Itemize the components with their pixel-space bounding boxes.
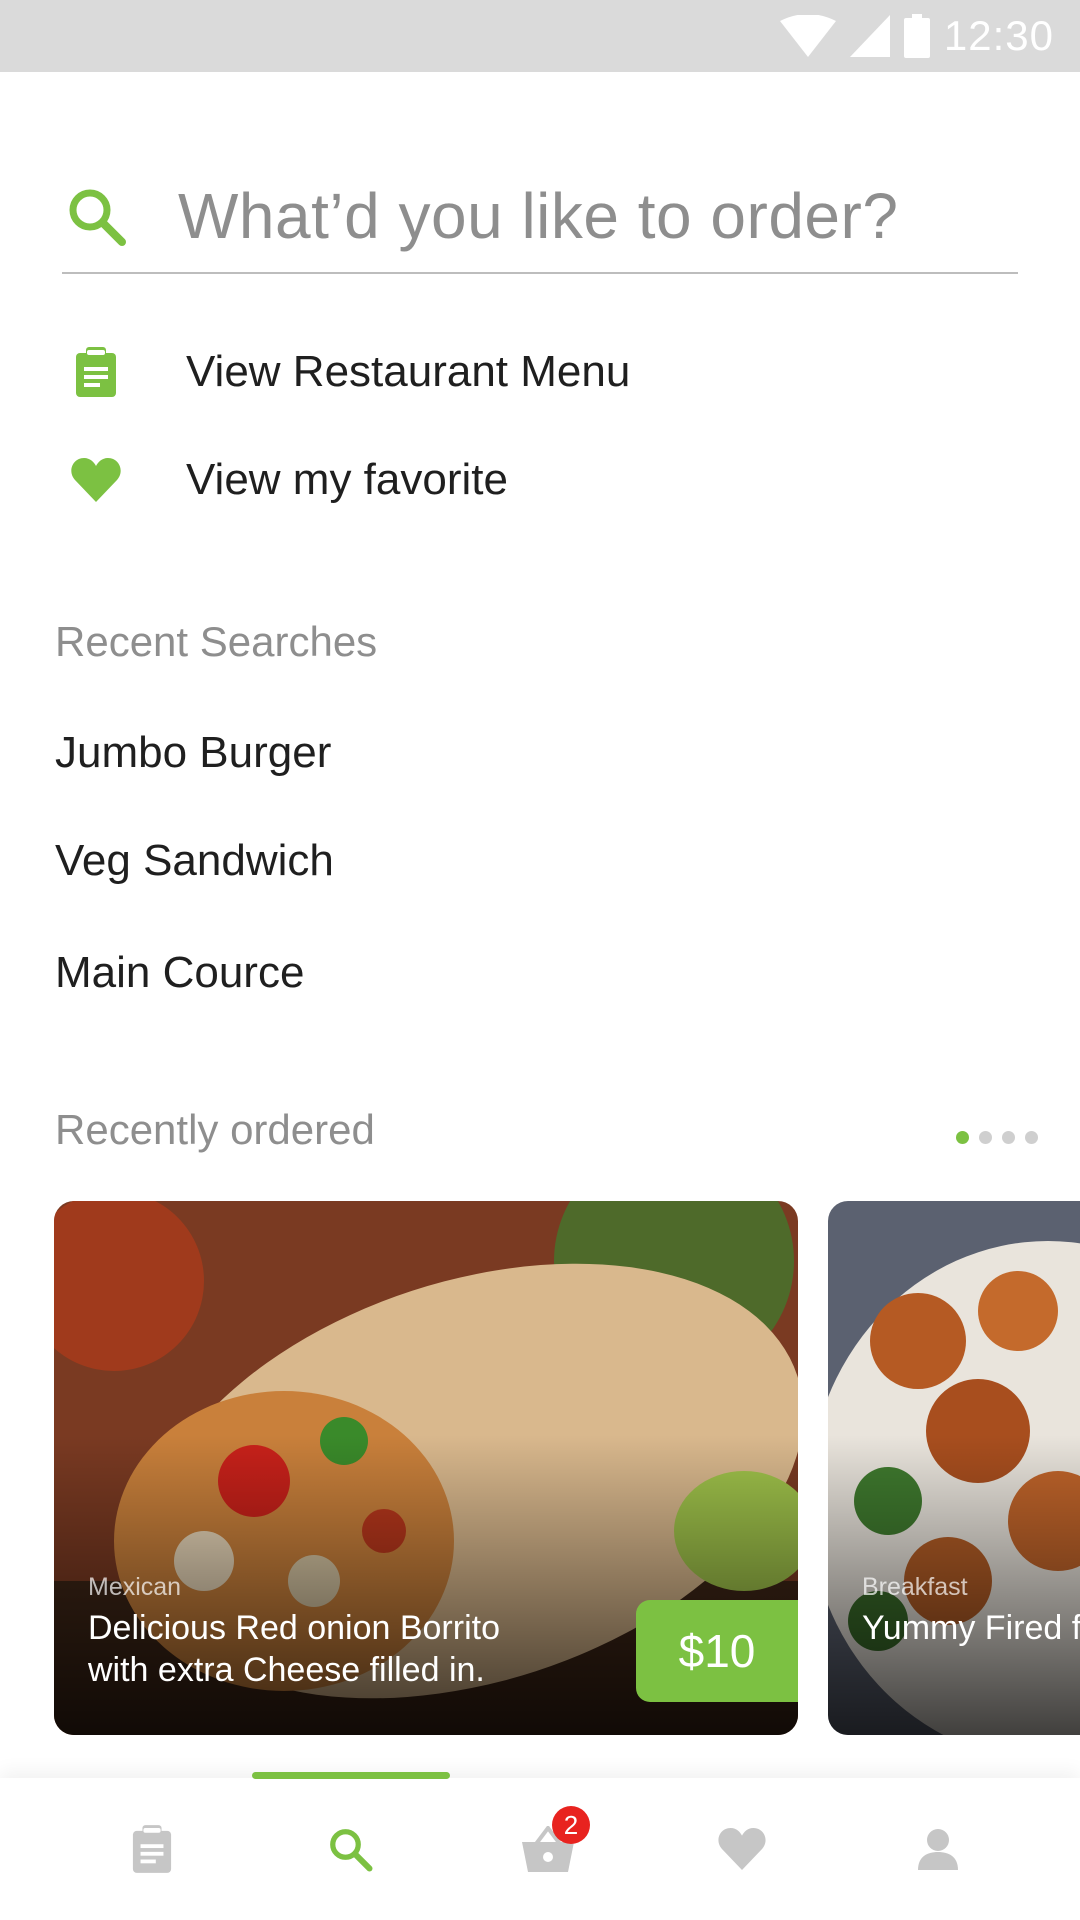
- card-title: Yummy Fired for a spinach: [862, 1609, 1080, 1647]
- nav-profile[interactable]: [830, 1778, 1046, 1920]
- pager-dot[interactable]: [1025, 1131, 1038, 1144]
- search-icon: [69, 189, 126, 246]
- screen: 12:30 What’d you like to order? View Res…: [0, 0, 1080, 1920]
- nav-search[interactable]: [242, 1778, 458, 1920]
- search-bar[interactable]: What’d you like to order?: [62, 160, 1018, 274]
- clipboard-icon: [132, 1825, 172, 1873]
- carousel-pager: [956, 1131, 1038, 1144]
- recent-searches-heading: Recent Searches: [55, 618, 378, 665]
- signal-icon: [849, 15, 890, 57]
- pager-dot[interactable]: [979, 1131, 992, 1144]
- card-title: Delicious Red onion Borrito with extra C…: [88, 1609, 500, 1689]
- nav-orders[interactable]: [44, 1778, 260, 1920]
- view-favorite-label: View my favorite: [186, 455, 508, 504]
- bottom-nav: 2: [0, 1772, 1080, 1920]
- status-bar: 12:30: [0, 0, 1080, 72]
- view-restaurant-menu-button[interactable]: View Restaurant Menu: [70, 346, 630, 398]
- person-icon: [918, 1829, 958, 1870]
- nav-cart[interactable]: [440, 1778, 656, 1920]
- status-time: 12:30: [943, 12, 1054, 59]
- search-icon: [330, 1829, 373, 1872]
- view-restaurant-menu-label: View Restaurant Menu: [186, 347, 631, 396]
- card-category: Mexican: [88, 1573, 182, 1601]
- search-input[interactable]: What’d you like to order?: [178, 179, 898, 253]
- price-badge[interactable]: $10: [636, 1600, 798, 1702]
- order-card[interactable]: Mexican Delicious Red onion Borrito with…: [54, 1201, 798, 1735]
- wifi-icon: [779, 15, 836, 57]
- recently-ordered-heading: Recently ordered: [55, 1106, 375, 1153]
- battery-icon: [903, 14, 930, 58]
- recent-search-item[interactable]: Main Cource: [55, 948, 304, 998]
- pager-dot[interactable]: [1002, 1131, 1015, 1144]
- recent-search-item[interactable]: Veg Sandwich: [55, 836, 334, 886]
- card-category: Breakfast: [862, 1573, 968, 1601]
- heart-icon: [718, 1828, 766, 1870]
- heart-icon: [70, 454, 122, 506]
- order-card[interactable]: Breakfast Yummy Fired for a spinach: [828, 1201, 1080, 1735]
- cart-badge: 2: [552, 1806, 590, 1844]
- clipboard-icon: [70, 346, 122, 398]
- view-favorite-button[interactable]: View my favorite: [70, 454, 508, 506]
- recent-search-item[interactable]: Jumbo Burger: [55, 728, 331, 778]
- pager-dot[interactable]: [956, 1131, 969, 1144]
- nav-favorites[interactable]: [634, 1778, 850, 1920]
